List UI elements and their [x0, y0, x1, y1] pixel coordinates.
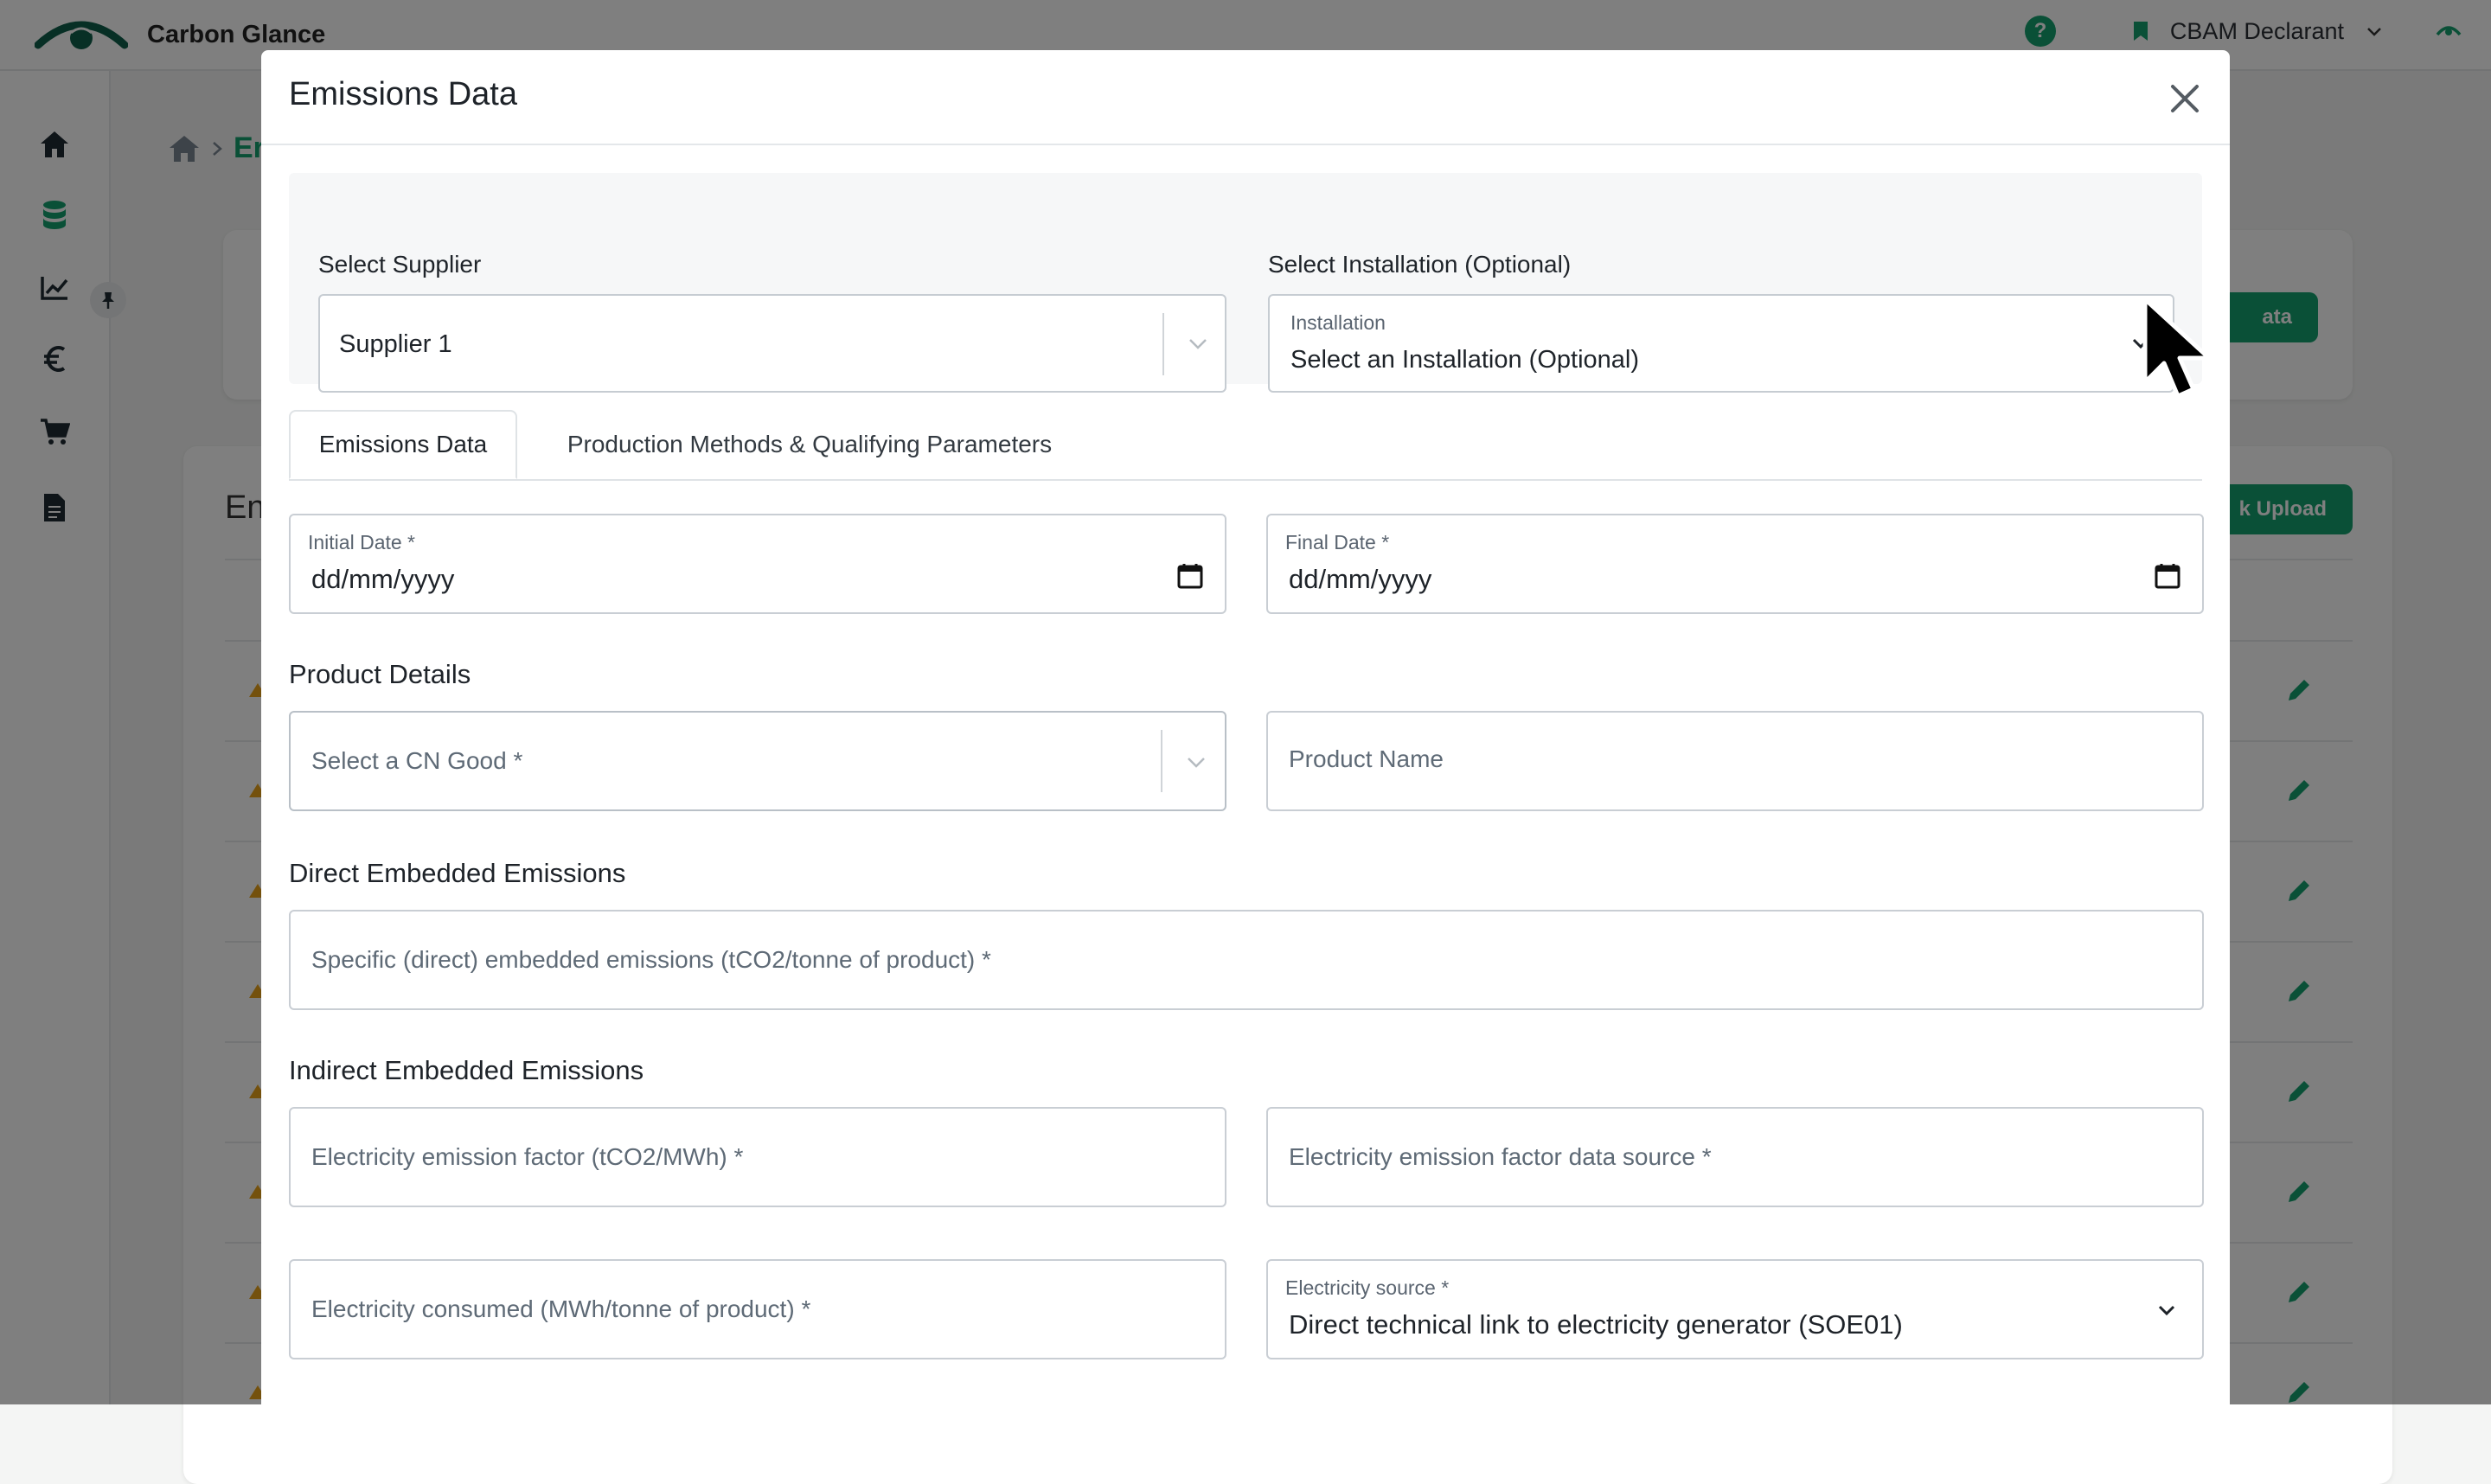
electricity-consumed-input[interactable]: Electricity consumed (MWh/tonne of produ…: [289, 1259, 1226, 1359]
select-separator: [1162, 313, 1164, 375]
product-details-title: Product Details: [289, 659, 471, 689]
modal-header: Emissions Data: [261, 50, 2230, 145]
supplier-label: Select Supplier: [318, 251, 482, 278]
product-name-input[interactable]: Product Name: [1266, 711, 2204, 811]
initial-date-value: dd/mm/yyyy: [311, 564, 455, 594]
initial-date-field[interactable]: Initial Date * dd/mm/yyyy: [289, 514, 1226, 614]
chevron-down-icon[interactable]: [1185, 330, 1211, 356]
electricity-source-select[interactable]: Electricity source * Direct technical li…: [1266, 1259, 2204, 1359]
tab-bar: Emissions Data Production Methods & Qual…: [289, 410, 2202, 481]
product-name-placeholder: Product Name: [1289, 745, 1444, 772]
installation-floating-label: Installation: [1290, 311, 1386, 334]
electricity-emission-factor-placeholder: Electricity emission factor (tCO2/MWh) *: [311, 1143, 744, 1170]
close-icon[interactable]: [2166, 80, 2204, 118]
final-date-value: dd/mm/yyyy: [1289, 564, 1432, 594]
supplier-value: Supplier 1: [339, 330, 452, 358]
chevron-down-icon[interactable]: [1183, 749, 1209, 775]
emission-factor-source-placeholder: Electricity emission factor data source …: [1289, 1143, 1712, 1170]
electricity-emission-factor-input[interactable]: Electricity emission factor (tCO2/MWh) *: [289, 1107, 1226, 1207]
supplier-installation-panel: Select Supplier Supplier 1 Select Instal…: [289, 173, 2202, 393]
electricity-consumed-placeholder: Electricity consumed (MWh/tonne of produ…: [311, 1295, 811, 1322]
electricity-source-value: Direct technical link to electricity gen…: [1289, 1309, 1903, 1340]
specific-direct-emissions-input[interactable]: Specific (direct) embedded emissions (tC…: [289, 910, 2204, 1010]
cn-good-select[interactable]: Select a CN Good *: [289, 711, 1226, 811]
specific-direct-emissions-placeholder: Specific (direct) embedded emissions (tC…: [311, 946, 991, 973]
cn-good-placeholder: Select a CN Good *: [311, 747, 523, 774]
calendar-icon[interactable]: [1176, 562, 1204, 590]
emissions-data-modal: Emissions Data Select Supplier Supplier …: [261, 50, 2230, 1404]
electricity-source-label: Electricity source *: [1285, 1276, 1450, 1299]
select-separator: [1161, 730, 1162, 792]
installation-label: Select Installation (Optional): [1268, 251, 1572, 278]
installation-value: Select an Installation (Optional): [1290, 346, 1639, 374]
indirect-emissions-title: Indirect Embedded Emissions: [289, 1055, 644, 1085]
calendar-icon[interactable]: [2154, 562, 2181, 590]
emission-factor-source-input[interactable]: Electricity emission factor data source …: [1266, 1107, 2204, 1207]
tab-production-methods[interactable]: Production Methods & Qualifying Paramete…: [533, 410, 1086, 479]
chevron-down-icon[interactable]: [2154, 1297, 2180, 1323]
tab-emissions-data[interactable]: Emissions Data: [289, 410, 517, 479]
modal-title: Emissions Data: [289, 76, 517, 112]
mouse-cursor-icon: [2140, 296, 2223, 406]
initial-date-label: Initial Date *: [308, 531, 416, 553]
installation-select[interactable]: Installation Select an Installation (Opt…: [1268, 294, 2174, 393]
final-date-label: Final Date *: [1285, 531, 1390, 553]
direct-emissions-title: Direct Embedded Emissions: [289, 858, 626, 888]
final-date-field[interactable]: Final Date * dd/mm/yyyy: [1266, 514, 2204, 614]
supplier-select[interactable]: Supplier 1: [318, 294, 1226, 393]
